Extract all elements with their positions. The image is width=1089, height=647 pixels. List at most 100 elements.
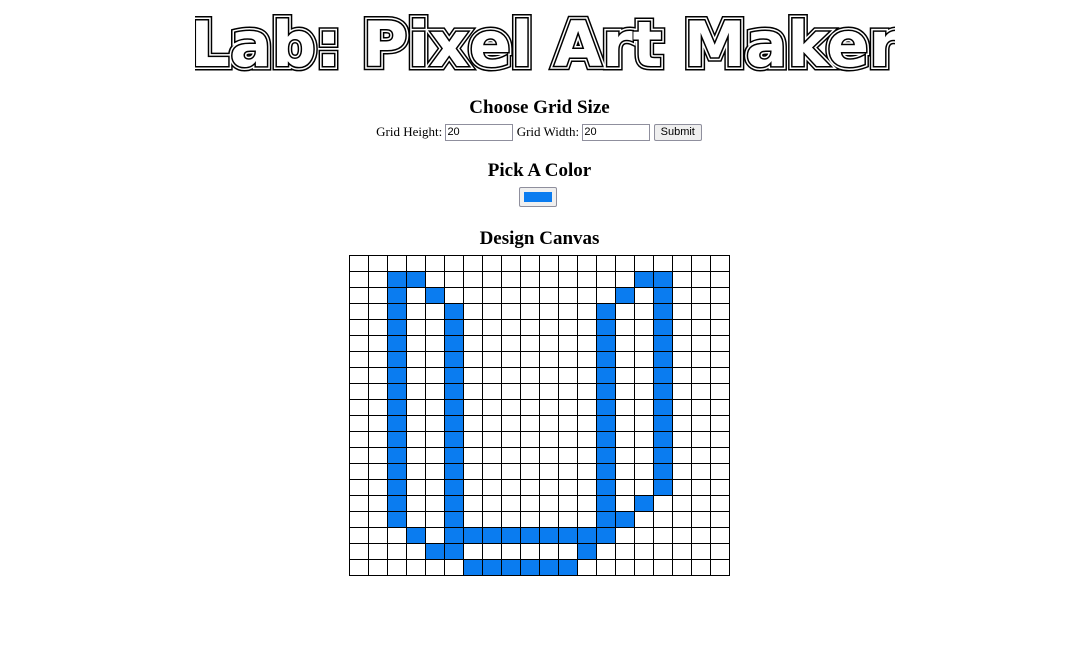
- submit-button[interactable]: Submit: [653, 123, 702, 141]
- canvas-cell[interactable]: [634, 271, 654, 288]
- canvas-cell[interactable]: [710, 527, 730, 544]
- canvas-cell[interactable]: [425, 527, 445, 544]
- canvas-cell[interactable]: [710, 335, 730, 352]
- canvas-cell[interactable]: [444, 303, 464, 320]
- canvas-cell[interactable]: [653, 255, 673, 272]
- canvas-cell[interactable]: [425, 447, 445, 464]
- canvas-cell[interactable]: [615, 431, 635, 448]
- canvas-cell[interactable]: [444, 287, 464, 304]
- canvas-cell[interactable]: [501, 543, 521, 560]
- canvas-cell[interactable]: [482, 559, 502, 576]
- canvas-cell[interactable]: [615, 511, 635, 528]
- canvas-cell[interactable]: [596, 383, 616, 400]
- canvas-cell[interactable]: [710, 479, 730, 496]
- canvas-cell[interactable]: [406, 511, 426, 528]
- canvas-cell[interactable]: [691, 399, 711, 416]
- canvas-cell[interactable]: [387, 351, 407, 368]
- canvas-cell[interactable]: [558, 431, 578, 448]
- canvas-cell[interactable]: [520, 383, 540, 400]
- canvas-cell[interactable]: [463, 559, 483, 576]
- canvas-cell[interactable]: [691, 447, 711, 464]
- canvas-cell[interactable]: [539, 495, 559, 512]
- canvas-cell[interactable]: [406, 335, 426, 352]
- canvas-cell[interactable]: [672, 495, 692, 512]
- canvas-cell[interactable]: [387, 271, 407, 288]
- canvas-cell[interactable]: [596, 543, 616, 560]
- canvas-cell[interactable]: [596, 319, 616, 336]
- canvas-cell[interactable]: [482, 367, 502, 384]
- canvas-cell[interactable]: [615, 287, 635, 304]
- canvas-cell[interactable]: [387, 303, 407, 320]
- canvas-cell[interactable]: [615, 255, 635, 272]
- canvas-cell[interactable]: [368, 255, 388, 272]
- canvas-cell[interactable]: [387, 479, 407, 496]
- canvas-cell[interactable]: [425, 335, 445, 352]
- canvas-cell[interactable]: [558, 495, 578, 512]
- canvas-cell[interactable]: [615, 447, 635, 464]
- canvas-cell[interactable]: [653, 367, 673, 384]
- canvas-cell[interactable]: [349, 479, 369, 496]
- canvas-cell[interactable]: [710, 383, 730, 400]
- canvas-cell[interactable]: [387, 495, 407, 512]
- canvas-cell[interactable]: [615, 351, 635, 368]
- canvas-cell[interactable]: [634, 479, 654, 496]
- canvas-cell[interactable]: [672, 287, 692, 304]
- canvas-cell[interactable]: [463, 271, 483, 288]
- canvas-cell[interactable]: [539, 527, 559, 544]
- canvas-cell[interactable]: [653, 527, 673, 544]
- canvas-cell[interactable]: [539, 271, 559, 288]
- canvas-cell[interactable]: [653, 559, 673, 576]
- canvas-cell[interactable]: [520, 543, 540, 560]
- canvas-cell[interactable]: [615, 383, 635, 400]
- canvas-cell[interactable]: [463, 367, 483, 384]
- canvas-cell[interactable]: [368, 431, 388, 448]
- canvas-cell[interactable]: [596, 479, 616, 496]
- canvas-cell[interactable]: [710, 319, 730, 336]
- canvas-cell[interactable]: [558, 511, 578, 528]
- canvas-cell[interactable]: [444, 271, 464, 288]
- canvas-cell[interactable]: [482, 303, 502, 320]
- canvas-cell[interactable]: [368, 447, 388, 464]
- canvas-cell[interactable]: [463, 335, 483, 352]
- canvas-cell[interactable]: [425, 511, 445, 528]
- canvas-cell[interactable]: [539, 479, 559, 496]
- canvas-cell[interactable]: [368, 495, 388, 512]
- canvas-cell[interactable]: [444, 367, 464, 384]
- canvas-cell[interactable]: [501, 319, 521, 336]
- canvas-cell[interactable]: [672, 447, 692, 464]
- canvas-cell[interactable]: [501, 335, 521, 352]
- canvas-cell[interactable]: [425, 431, 445, 448]
- canvas-cell[interactable]: [425, 367, 445, 384]
- canvas-cell[interactable]: [444, 383, 464, 400]
- canvas-cell[interactable]: [672, 399, 692, 416]
- canvas-cell[interactable]: [710, 255, 730, 272]
- canvas-cell[interactable]: [634, 415, 654, 432]
- canvas-cell[interactable]: [349, 559, 369, 576]
- canvas-cell[interactable]: [387, 415, 407, 432]
- canvas-cell[interactable]: [444, 495, 464, 512]
- canvas-cell[interactable]: [577, 447, 597, 464]
- canvas-cell[interactable]: [653, 399, 673, 416]
- canvas-cell[interactable]: [520, 287, 540, 304]
- canvas-cell[interactable]: [482, 431, 502, 448]
- canvas-cell[interactable]: [482, 255, 502, 272]
- canvas-cell[interactable]: [653, 303, 673, 320]
- canvas-cell[interactable]: [672, 351, 692, 368]
- canvas-cell[interactable]: [501, 527, 521, 544]
- canvas-cell[interactable]: [349, 447, 369, 464]
- canvas-cell[interactable]: [463, 527, 483, 544]
- canvas-cell[interactable]: [539, 415, 559, 432]
- canvas-cell[interactable]: [596, 335, 616, 352]
- canvas-cell[interactable]: [558, 335, 578, 352]
- canvas-cell[interactable]: [482, 335, 502, 352]
- canvas-cell[interactable]: [577, 351, 597, 368]
- canvas-cell[interactable]: [558, 303, 578, 320]
- grid-height-input[interactable]: [445, 123, 514, 141]
- canvas-cell[interactable]: [349, 335, 369, 352]
- canvas-cell[interactable]: [672, 255, 692, 272]
- canvas-cell[interactable]: [672, 479, 692, 496]
- canvas-cell[interactable]: [558, 527, 578, 544]
- canvas-cell[interactable]: [596, 351, 616, 368]
- canvas-cell[interactable]: [501, 255, 521, 272]
- canvas-cell[interactable]: [558, 255, 578, 272]
